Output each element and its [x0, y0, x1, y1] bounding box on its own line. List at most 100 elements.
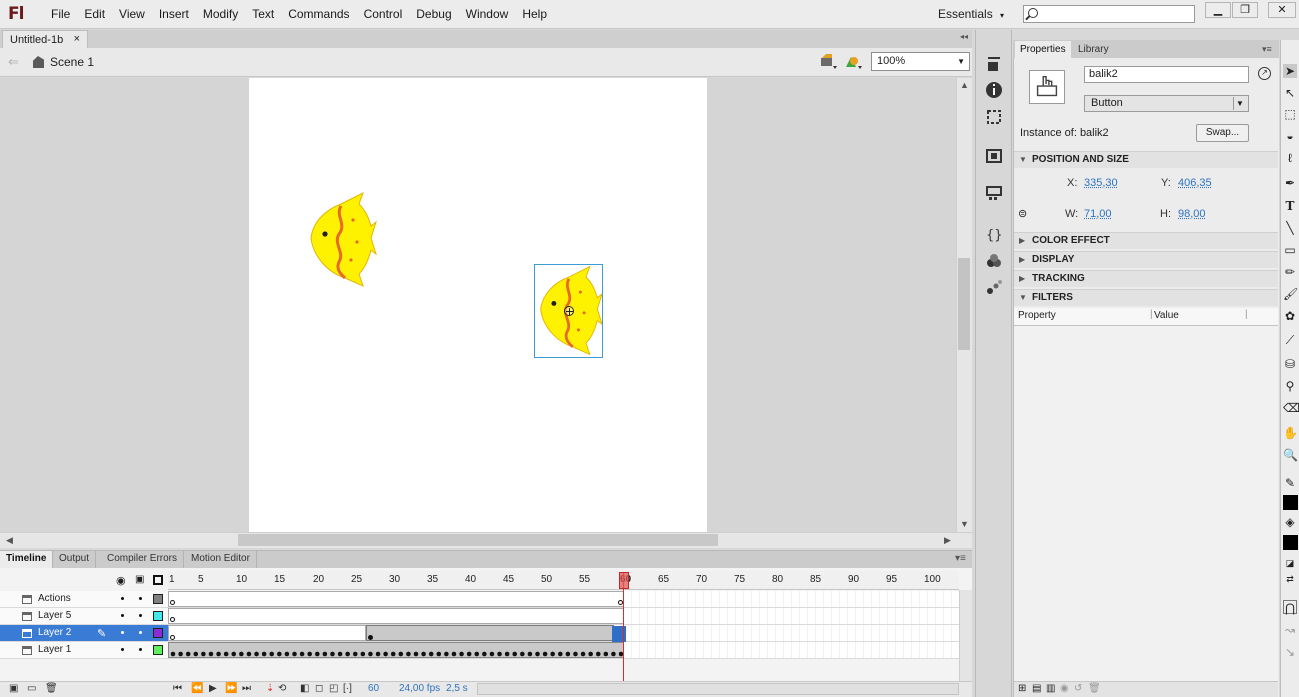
stage[interactable] — [249, 78, 707, 532]
info-icon[interactable] — [985, 81, 1003, 99]
new-folder-icon[interactable]: ▭ — [27, 683, 36, 694]
onion-skin-icon[interactable]: ◧ — [300, 683, 309, 694]
transform-icon[interactable] — [985, 108, 1003, 126]
menu-control[interactable]: Control — [357, 7, 410, 21]
visibility-dot[interactable] — [121, 631, 124, 634]
text-tool-icon[interactable]: T — [1283, 199, 1297, 213]
lock-icon[interactable]: ▣ — [135, 574, 144, 585]
frame-rate[interactable]: 24,00 fps — [399, 683, 440, 694]
visibility-dot[interactable] — [121, 614, 124, 617]
default-colors-icon[interactable]: ◪ — [1283, 556, 1297, 570]
go-to-last-frame-icon[interactable]: ⏭ — [242, 683, 251, 694]
y-value[interactable]: 406,35 — [1178, 177, 1212, 189]
scene-label[interactable]: Scene 1 — [50, 55, 94, 69]
layer-color-swatch[interactable] — [153, 611, 163, 621]
tab-motion-editor[interactable]: Motion Editor — [185, 551, 257, 568]
scroll-left-icon[interactable]: ◀ — [6, 535, 13, 546]
edit-symbols-icon[interactable] — [845, 54, 863, 70]
current-frame[interactable]: 60 — [368, 683, 379, 694]
lasso-tool-icon[interactable]: ℓ — [1283, 151, 1297, 165]
section-color-effect[interactable]: ▶ COLOR EFFECT — [1014, 232, 1278, 249]
enable-filter-icon[interactable]: ◉ — [1060, 683, 1069, 694]
edit-multiple-frames-icon[interactable]: ◰ — [329, 683, 338, 694]
collapse-panels-icon[interactable]: ◂◂ — [960, 32, 968, 41]
center-frame-icon[interactable]: ⇣ — [266, 683, 274, 694]
zoom-select[interactable]: 100% ▼ — [871, 52, 970, 71]
h-value[interactable]: 98,00 — [1178, 208, 1206, 220]
empty-keyframe[interactable] — [170, 617, 175, 622]
go-to-first-frame-icon[interactable]: ⏮ — [173, 683, 182, 694]
frames-layer-1[interactable] — [168, 642, 959, 659]
edit-scene-icon[interactable] — [820, 54, 838, 70]
frames-layer-2[interactable] — [168, 625, 959, 642]
add-filter-icon[interactable]: ⊞ — [1018, 683, 1026, 694]
lock-dot[interactable] — [139, 648, 142, 651]
visibility-dot[interactable] — [121, 648, 124, 651]
visibility-dot[interactable] — [121, 597, 124, 600]
scroll-down-icon[interactable]: ▼ — [960, 519, 969, 529]
layer-layer-1[interactable]: Layer 1 — [0, 642, 168, 659]
subselection-tool-icon[interactable]: ↖ — [1283, 86, 1297, 100]
tab-timeline[interactable]: Timeline — [0, 551, 53, 568]
menu-commands[interactable]: Commands — [281, 7, 356, 21]
play-icon[interactable]: ▶ — [209, 683, 217, 694]
section-position-and-size[interactable]: ▼ POSITION AND SIZE — [1014, 151, 1278, 168]
instance-name-field[interactable]: balik2 — [1084, 66, 1249, 83]
step-forward-icon[interactable]: ⏩ — [225, 683, 237, 694]
frame-ruler[interactable]: 1 5 10 15 20 25 30 35 40 45 50 55 60 65 … — [168, 571, 959, 590]
brush-tool-icon[interactable]: 🖌 — [1283, 287, 1297, 301]
search-input[interactable] — [1023, 5, 1195, 23]
panel-menu-icon[interactable]: ▾≡ — [955, 553, 966, 564]
reset-filter-icon[interactable]: ↺ — [1074, 683, 1082, 694]
align-icon[interactable] — [985, 55, 1003, 73]
empty-keyframe[interactable] — [170, 635, 175, 640]
motion-presets-icon[interactable] — [985, 278, 1003, 296]
edit-name-icon[interactable]: ↗ — [1258, 67, 1271, 80]
menu-window[interactable]: Window — [459, 7, 516, 21]
swap-colors-icon[interactable]: ⇄ — [1283, 572, 1297, 586]
menu-debug[interactable]: Debug — [409, 7, 458, 21]
section-filters[interactable]: ▼ FILTERS — [1014, 289, 1278, 306]
x-value[interactable]: 335,30 — [1084, 177, 1118, 189]
keyframe[interactable] — [368, 635, 373, 640]
menu-insert[interactable]: Insert — [152, 7, 196, 21]
tab-properties[interactable]: Properties — [1015, 41, 1071, 58]
link-icon[interactable]: ⊜ — [1018, 207, 1027, 220]
section-display[interactable]: ▶ DISPLAY — [1014, 251, 1278, 268]
frames-actions[interactable] — [168, 591, 959, 608]
library-icon[interactable] — [985, 146, 1003, 164]
snap-to-objects-icon[interactable]: ⋂ — [1283, 600, 1297, 614]
close-button[interactable]: ✕ — [1268, 2, 1296, 18]
actions-icon[interactable]: {} — [985, 225, 1003, 243]
delete-filter-icon[interactable]: 🗑 — [1088, 683, 1101, 694]
restore-button[interactable]: ❐ — [1232, 2, 1258, 18]
outline-icon[interactable] — [153, 575, 163, 585]
layer-color-swatch[interactable] — [153, 594, 163, 604]
panel-menu-icon[interactable]: ▾≡ — [1262, 44, 1272, 55]
layer-color-swatch[interactable] — [153, 628, 163, 638]
scroll-up-icon[interactable]: ▲ — [960, 80, 969, 90]
smooth-icon[interactable]: ↝ — [1283, 623, 1297, 637]
code-snippets-icon[interactable] — [985, 252, 1003, 270]
step-back-icon[interactable]: ⏪ — [191, 683, 203, 694]
modify-markers-icon[interactable]: [·] — [343, 683, 352, 694]
eraser-tool-icon[interactable]: ⌫ — [1283, 401, 1297, 415]
back-arrow-icon[interactable]: ⇐ — [8, 54, 19, 70]
bone-tool-icon[interactable]: ⟋ — [1283, 333, 1297, 347]
onion-outline-icon[interactable]: ◻ — [315, 683, 323, 694]
menu-text[interactable]: Text — [245, 7, 281, 21]
new-layer-icon[interactable]: ▣ — [9, 683, 18, 694]
menu-file[interactable]: File — [44, 7, 77, 21]
deco-tool-icon[interactable]: ✿ — [1283, 309, 1297, 323]
menu-help[interactable]: Help — [515, 7, 554, 21]
menu-modify[interactable]: Modify — [196, 7, 245, 21]
fish-instance-left[interactable] — [305, 192, 377, 288]
hand-tool-icon[interactable]: ✋ — [1283, 426, 1297, 440]
symbol-type-select[interactable]: Button ▼ — [1084, 95, 1249, 112]
stage-horizontal-scroll-thumb[interactable] — [238, 534, 718, 546]
fill-color-icon[interactable]: ◈ — [1283, 515, 1297, 529]
tab-output[interactable]: Output — [53, 551, 96, 568]
layer-layer-2[interactable]: Layer 2 ✎ — [0, 625, 168, 642]
paint-bucket-tool-icon[interactable]: ⛁ — [1283, 357, 1297, 371]
playhead[interactable] — [619, 572, 629, 589]
